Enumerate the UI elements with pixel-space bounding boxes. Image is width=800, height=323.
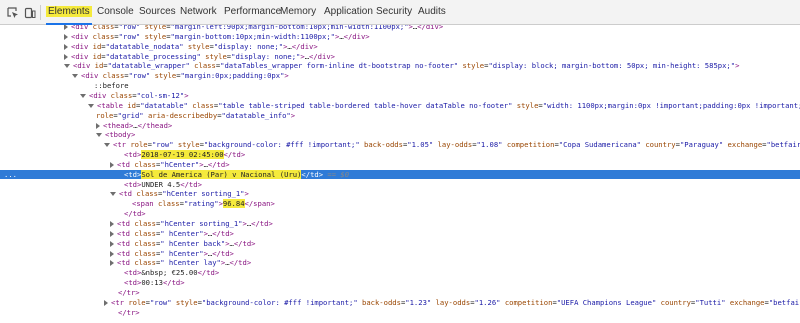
dom-node[interactable]: <thead>…</thead>: [0, 121, 800, 130]
dom-node[interactable]: <td>&nbsp; €25.00</td>: [0, 268, 800, 277]
collapse-triangle-icon[interactable]: [64, 64, 70, 69]
dom-node-markup: <tbody>: [105, 130, 136, 140]
dom-node-markup: </tr>: [118, 287, 140, 297]
dom-node-selected[interactable]: ... <td>Sol de America (Par) v Nacional (…: [0, 169, 800, 179]
elements-dom-tree[interactable]: <div class="row" style="margin-left:90px…: [0, 25, 800, 323]
dom-node-markup: ::before: [94, 81, 129, 91]
dom-node-markup: <td>UNDER 4.5</td>: [124, 179, 202, 189]
expand-triangle-icon[interactable]: [104, 299, 108, 306]
dom-node-markup: <tr role="row" style="background-color: …: [113, 140, 800, 150]
dom-node[interactable]: <td class=" hCenter lay">…</td>: [0, 258, 800, 267]
dom-node[interactable]: <td class="hCenter sorting_1">: [0, 189, 800, 198]
tab-memory[interactable]: Memory: [280, 0, 316, 24]
tab-elements[interactable]: Elements: [46, 0, 92, 25]
dom-node[interactable]: <td>UNDER 4.5</td>: [0, 180, 800, 189]
toolbar-divider: [40, 5, 41, 20]
dom-node[interactable]: <div id="datatable_nodata" style="displa…: [0, 42, 800, 51]
dom-node-markup: <td class="hCenter sorting_1">…</td>: [117, 219, 273, 228]
dom-node[interactable]: <td>2018-07-19 02:45:00</td>: [0, 150, 800, 160]
dom-node[interactable]: <div id="datatable_wrapper" class="dataT…: [0, 61, 800, 70]
tab-network[interactable]: Network: [180, 0, 217, 24]
dom-node[interactable]: <td class=" hCenter">…</td>: [0, 249, 800, 258]
expand-triangle-icon[interactable]: [110, 240, 114, 247]
dom-node-markup: <td>Sol de America (Par) v Nacional (Uru…: [124, 169, 350, 179]
dom-node[interactable]: </tr>: [0, 308, 800, 317]
dom-node-markup: <thead>…</thead>: [103, 120, 173, 130]
dom-node[interactable]: <td class=" hCenter back">…</td>: [0, 239, 800, 248]
dom-node[interactable]: <td>00:13</td>: [0, 278, 800, 287]
dom-node[interactable]: <table id="datatable" class="table table…: [0, 101, 800, 110]
dom-node-markup: <div class="col-sm-12">: [89, 90, 189, 100]
dom-node-markup: <td class="hCenter sorting_1">: [119, 189, 249, 199]
dom-node-markup: <span class="rating">96.84</span>: [132, 199, 275, 209]
dom-node-markup: <table id="datatable" class="table table…: [97, 100, 800, 110]
expand-triangle-icon[interactable]: [110, 230, 114, 237]
dom-node[interactable]: <tr role="row" style="background-color: …: [0, 140, 800, 149]
dom-node[interactable]: <span class="rating">96.84</span>: [0, 199, 800, 209]
collapse-triangle-icon[interactable]: [110, 192, 116, 197]
device-toolbar-icon[interactable]: [24, 6, 36, 19]
dom-node[interactable]: ::before: [0, 81, 800, 90]
dom-node[interactable]: </tr>: [0, 288, 800, 297]
dom-node[interactable]: <div class="row" style="margin-left:90px…: [0, 25, 800, 31]
expand-triangle-icon[interactable]: [96, 122, 100, 129]
collapse-triangle-icon[interactable]: [88, 103, 94, 108]
dom-node[interactable]: role="grid" aria-describedby="datatable_…: [0, 111, 800, 120]
dom-node[interactable]: </td>: [0, 209, 800, 218]
dom-node-markup: <td class="hCenter">…</td>: [117, 159, 230, 169]
dom-node-markup: <div class="row" style="margin-left:90px…: [71, 25, 444, 31]
dom-node[interactable]: <td class="hCenter">…</td>: [0, 160, 800, 169]
dom-node-markup: role="grid" aria-describedby="datatable_…: [96, 110, 296, 120]
dom-node[interactable]: <div class="row" style="margin:0px;paddi…: [0, 71, 800, 80]
collapse-triangle-icon[interactable]: [104, 143, 110, 148]
dom-node-markup: <div class="row" style="margin-bottom:10…: [71, 31, 370, 41]
dom-node-markup: </td>: [124, 209, 146, 219]
dom-node-markup: <td>2018-07-19 02:45:00</td>: [124, 150, 246, 160]
dom-node[interactable]: <div id="datatable_processing" style="di…: [0, 52, 800, 61]
dom-node[interactable]: <tbody>: [0, 130, 800, 139]
expand-triangle-icon[interactable]: [110, 250, 114, 257]
dom-node-markup: <td class=" hCenter lay">…</td>: [117, 258, 252, 268]
devtools-toolbar: Elements Console Sources Network Perform…: [0, 0, 800, 25]
expand-triangle-icon[interactable]: [64, 53, 68, 60]
dom-node-markup: <td>&nbsp; €25.00</td>: [124, 268, 220, 278]
tab-performance[interactable]: Performance: [224, 0, 281, 24]
expand-triangle-icon[interactable]: [110, 161, 114, 168]
dom-node-markup: <td class=" hCenter">…</td>: [117, 248, 234, 258]
tab-console[interactable]: Console: [97, 0, 134, 24]
tab-application[interactable]: Application: [324, 0, 373, 24]
dom-node-markup: <div id="datatable_processing" style="di…: [71, 51, 335, 61]
collapse-triangle-icon[interactable]: [96, 133, 102, 138]
collapse-triangle-icon[interactable]: [80, 93, 86, 98]
dom-node-markup: <div id="datatable_wrapper" class="dataT…: [73, 61, 740, 71]
tab-security[interactable]: Security: [376, 0, 412, 24]
inspect-element-icon[interactable]: [7, 6, 19, 18]
expand-triangle-icon[interactable]: [64, 33, 68, 40]
tab-sources[interactable]: Sources: [139, 0, 176, 24]
expand-triangle-icon[interactable]: [64, 25, 68, 30]
dom-node[interactable]: <div class="col-sm-12">: [0, 91, 800, 100]
dom-node-markup: <td class=" hCenter back">…</td>: [117, 238, 256, 248]
dom-node[interactable]: <td class="hCenter sorting_1">…</td>: [0, 219, 800, 228]
dom-node[interactable]: <td class=" hCenter">…</td>: [0, 229, 800, 238]
dom-node-markup: <td>00:13</td>: [124, 278, 185, 288]
dom-node-markup: </tr>: [118, 307, 140, 317]
tab-audits[interactable]: Audits: [418, 0, 446, 24]
dom-node-markup: <td class=" hCenter">…</td>: [117, 228, 234, 238]
dom-node[interactable]: <tr role="row" style="background-color: …: [0, 298, 800, 307]
dom-node[interactable]: <div class="row" style="margin-bottom:10…: [0, 32, 800, 41]
expand-triangle-icon[interactable]: [110, 221, 114, 227]
expand-triangle-icon[interactable]: [64, 43, 68, 50]
expand-triangle-icon[interactable]: [110, 260, 114, 267]
dom-node-markup: <tr role="row" style="background-color: …: [111, 297, 800, 307]
collapse-triangle-icon[interactable]: [72, 74, 78, 79]
selected-node-ellipsis[interactable]: ...: [4, 170, 17, 179]
dom-node-markup: <div id="datatable_nodata" style="displa…: [71, 41, 318, 51]
dom-node-markup: <div class="row" style="margin:0px;paddi…: [81, 71, 289, 81]
